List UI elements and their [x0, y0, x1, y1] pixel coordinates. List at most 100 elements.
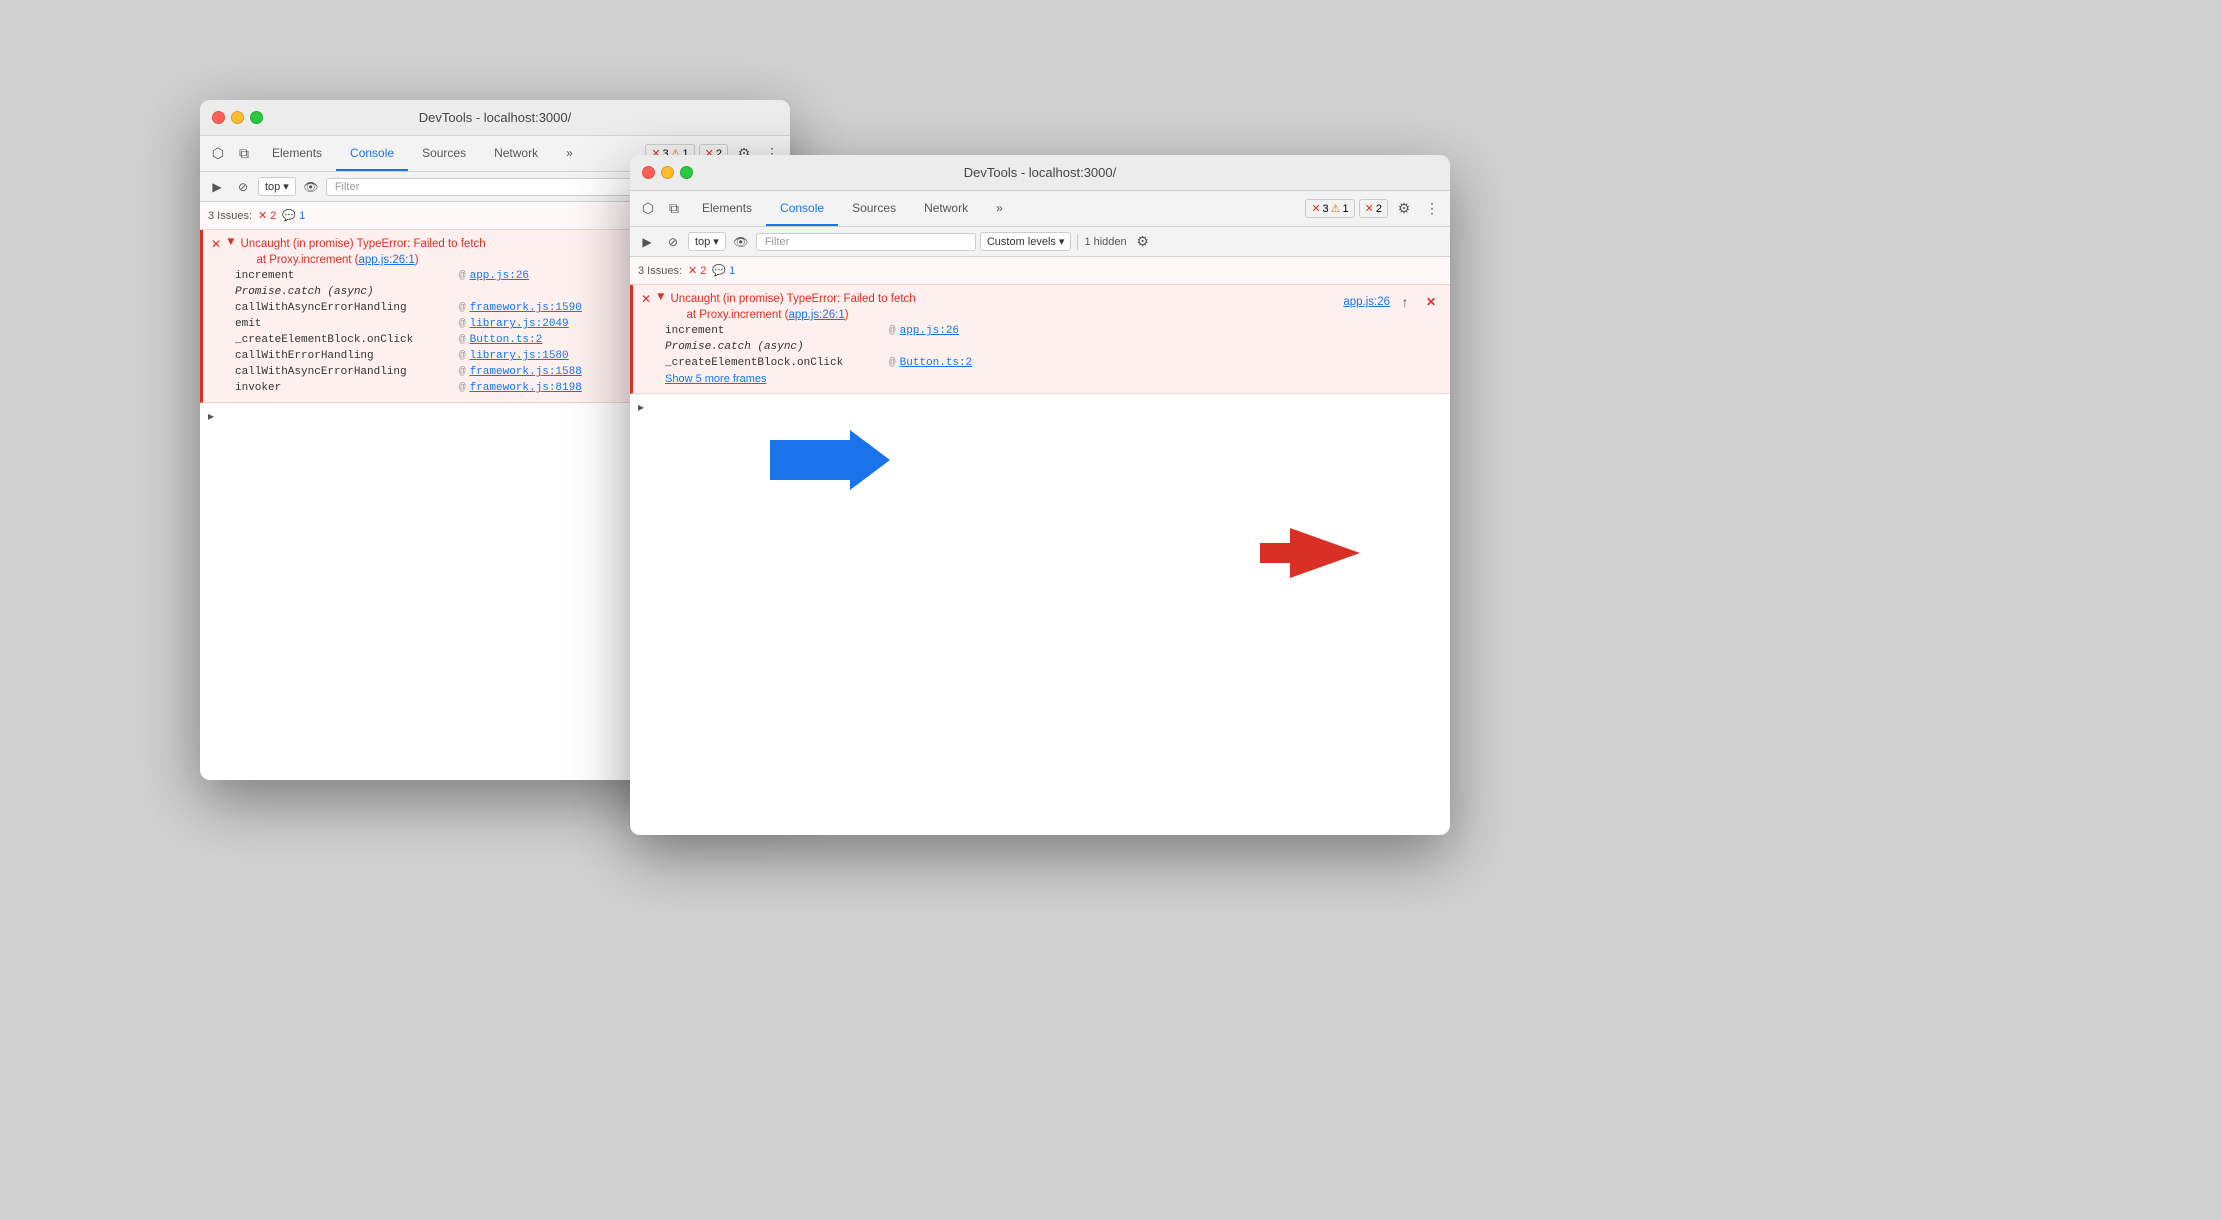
stack-name-2-behind: Promise.catch (async): [235, 286, 455, 298]
tab-more-behind[interactable]: »: [552, 136, 587, 171]
ban-btn-behind[interactable]: ⊘: [232, 176, 254, 198]
error-line1-behind: Uncaught (in promise) TypeError: Failed …: [240, 238, 485, 250]
stack-row-3-front: _createElementBlock.onClick @ Button.ts:…: [641, 355, 1442, 371]
stack-name-8-behind: invoker: [235, 382, 455, 394]
minimize-button-front[interactable]: [661, 166, 674, 179]
tab-sources-behind[interactable]: Sources: [408, 136, 480, 171]
minimize-button-behind[interactable]: [231, 111, 244, 124]
tab-console-front[interactable]: Console: [766, 191, 838, 226]
tab-network-front[interactable]: Network: [910, 191, 982, 226]
maximize-button-behind[interactable]: [250, 111, 263, 124]
cursor-icon-front[interactable]: ⬡: [636, 197, 660, 221]
ban-btn-front[interactable]: ⊘: [662, 231, 684, 253]
play-btn-front[interactable]: ▶: [636, 231, 658, 253]
error-line1-front: Uncaught (in promise) TypeError: Failed …: [670, 293, 915, 305]
blue-arrow: [770, 430, 890, 495]
gear-icon-front[interactable]: ⚙: [1392, 197, 1416, 221]
play-btn-behind[interactable]: ▶: [206, 176, 228, 198]
warning-icon-front: ⚠: [1331, 202, 1341, 215]
top-label-behind: top: [265, 181, 280, 193]
tab-elements-behind[interactable]: Elements: [258, 136, 336, 171]
error-header-front: ✕ ▼ Uncaught (in promise) TypeError: Fai…: [641, 291, 1343, 323]
eye-btn-front[interactable]: 👁: [730, 231, 752, 253]
issues-info-behind: 💬 1: [282, 209, 305, 222]
filter-input-front[interactable]: Filter: [756, 233, 976, 251]
layers-icon-front[interactable]: ⧉: [662, 197, 686, 221]
issues-info-front: 💬 1: [712, 264, 735, 277]
more-icon-front[interactable]: ⋮: [1420, 197, 1444, 221]
tab-console-behind[interactable]: Console: [336, 136, 408, 171]
filter-placeholder-behind: Filter: [335, 181, 359, 193]
close-button-behind[interactable]: [212, 111, 225, 124]
devtools-window-front: DevTools - localhost:3000/ ⬡ ⧉ Elements …: [630, 155, 1450, 835]
top-selector-behind[interactable]: top ▾: [258, 177, 296, 196]
show-more-link-front[interactable]: Show 5 more frames: [641, 371, 1442, 387]
filter-placeholder-front: Filter: [765, 236, 789, 248]
stack-link-5-behind[interactable]: Button.ts:2: [470, 334, 543, 346]
stack-row-2-front: Promise.catch (async): [641, 339, 1442, 355]
top-chevron-front: ▾: [713, 235, 719, 248]
error-link-behind[interactable]: app.js:26:1: [359, 254, 415, 266]
prompt-chevron-front: ▸: [638, 400, 644, 414]
red-arrow: [1260, 528, 1360, 583]
stack-link-1-behind[interactable]: app.js:26: [470, 270, 529, 282]
hidden-badge-front: 1 hidden: [1084, 236, 1126, 248]
error-line2-before-front: at Proxy.increment (: [670, 309, 788, 321]
custom-levels-label-front: Custom levels: [987, 236, 1056, 248]
traffic-lights-front: [630, 166, 693, 179]
tab-elements-front[interactable]: Elements: [688, 191, 766, 226]
stack-name-6-behind: callWithErrorHandling: [235, 350, 455, 362]
cursor-icon-behind[interactable]: ⬡: [206, 142, 230, 166]
error-badge-front[interactable]: ✕ 3 ⚠ 1: [1305, 199, 1354, 218]
tab-bar-front: Elements Console Sources Network »: [688, 191, 1303, 226]
error-triangle-behind: ▼: [225, 236, 236, 248]
stack-name-4-behind: emit: [235, 318, 455, 330]
close-button-front[interactable]: [642, 166, 655, 179]
error-circle-icon-front: ✕: [641, 292, 651, 306]
stack-row-1-front: increment @ app.js:26: [641, 323, 1442, 339]
refresh-btn-front[interactable]: ↑: [1394, 291, 1416, 313]
settings-icon-front[interactable]: ⚙: [1131, 230, 1155, 254]
tab-sources-front[interactable]: Sources: [838, 191, 910, 226]
error-icon-front: ✕: [1311, 202, 1320, 215]
stack-name-3-front: _createElementBlock.onClick: [665, 357, 885, 369]
issues-label-front: 3 Issues:: [638, 265, 682, 277]
error-triangle-front: ▼: [655, 291, 666, 303]
error-circle-icon-behind: ✕: [211, 237, 221, 251]
stack-link-1-front[interactable]: app.js:26: [900, 325, 959, 337]
stack-link-4-behind[interactable]: library.js:2049: [470, 318, 569, 330]
stack-name-3-behind: callWithAsyncErrorHandling: [235, 302, 455, 314]
issues-bar-front: 3 Issues: ✕ 2 💬 1: [630, 257, 1450, 285]
issues-label-behind: 3 Issues:: [208, 210, 252, 222]
stack-link-7-behind[interactable]: framework.js:1588: [470, 366, 582, 378]
stack-link-8-behind[interactable]: framework.js:8198: [470, 382, 582, 394]
close-btn-front[interactable]: ✕: [1420, 291, 1442, 313]
title-bar-front: DevTools - localhost:3000/: [630, 155, 1450, 191]
action-link-front[interactable]: app.js:26: [1343, 296, 1390, 308]
warning-count-front: 1: [1343, 203, 1349, 215]
layers-icon-behind[interactable]: ⧉: [232, 142, 256, 166]
eye-btn-behind[interactable]: 👁: [300, 176, 322, 198]
error-actions-front: app.js:26 ↑ ✕: [1343, 291, 1442, 313]
stack-name-2-front: Promise.catch (async): [665, 341, 885, 353]
info-badge-front[interactable]: ✕ 2: [1359, 199, 1388, 218]
stack-link-6-behind[interactable]: library.js:1580: [470, 350, 569, 362]
error-line2-after-behind: ): [415, 254, 419, 266]
window-title-behind: DevTools - localhost:3000/: [419, 110, 571, 125]
prompt-row-front[interactable]: ▸: [630, 394, 1450, 420]
custom-levels-front[interactable]: Custom levels ▾: [980, 232, 1072, 251]
proxy-link-front[interactable]: app.js:26:1: [789, 309, 845, 321]
issues-errors-behind: ✕ 2: [258, 209, 276, 222]
tab-more-front[interactable]: »: [982, 191, 1017, 226]
top-selector-front[interactable]: top ▾: [688, 232, 726, 251]
stack-link-3-front[interactable]: Button.ts:2: [900, 357, 973, 369]
tab-network-behind[interactable]: Network: [480, 136, 552, 171]
top-chevron-behind: ▾: [283, 180, 289, 193]
info-icon-front: ✕: [1365, 202, 1374, 215]
stack-link-3-behind[interactable]: framework.js:1590: [470, 302, 582, 314]
maximize-button-front[interactable]: [680, 166, 693, 179]
title-bar-behind: DevTools - localhost:3000/: [200, 100, 790, 136]
stack-name-1-behind: increment: [235, 270, 455, 282]
error-count-front: 3: [1323, 203, 1329, 215]
error-main-text-behind: Uncaught (in promise) TypeError: Failed …: [240, 236, 485, 268]
